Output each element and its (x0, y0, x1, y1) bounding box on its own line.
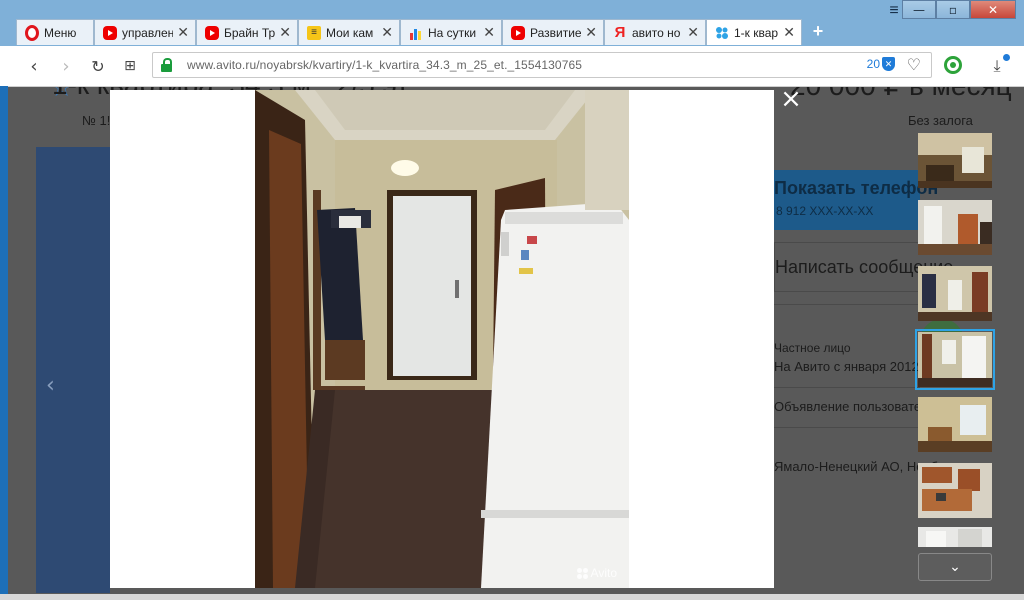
window-controls: — ▫ ✕ (902, 0, 1016, 20)
reload-icon[interactable]: ↻ (86, 54, 110, 78)
close-window-button[interactable]: ✕ (970, 0, 1016, 19)
tab-close-icon[interactable]: ✕ (279, 25, 291, 41)
tab-label: 1-к квар (734, 25, 779, 40)
opera-menu-button[interactable]: Меню (16, 19, 94, 45)
taskbar-edge (0, 594, 1024, 600)
tab-label: На сутки (428, 25, 477, 40)
listing-price: 20 000 ₽ в месяц (790, 87, 1012, 102)
tab-1[interactable]: управлен ✕ (94, 19, 196, 45)
forward-arrow-icon[interactable]: › (54, 54, 78, 78)
bars-chart-icon (409, 26, 423, 40)
tab-3[interactable]: ≡ Мои кам ✕ (298, 19, 400, 45)
tab-close-icon[interactable]: ✕ (783, 25, 795, 41)
main-gallery (36, 147, 110, 593)
thumbnail-1[interactable] (918, 133, 992, 188)
secure-lock-icon (161, 58, 172, 72)
tab-6[interactable]: Я авито но ✕ (604, 19, 706, 45)
speed-dial-icon[interactable]: ⊞ (118, 54, 142, 78)
seller-type: Частное лицо (774, 341, 851, 355)
desktop-edge (0, 86, 8, 600)
avito-icon (715, 26, 729, 40)
tab-5[interactable]: Развитие ✕ (502, 19, 604, 45)
tab-label: Развитие (530, 25, 582, 40)
tab-label: Брайн Тр (224, 25, 276, 40)
new-tab-button[interactable]: + (804, 18, 832, 44)
phone-number-masked: 8 912 XXX-XX-XX (776, 204, 874, 218)
gallery-prev-icon[interactable]: ‹ (46, 373, 55, 398)
tab-close-icon[interactable]: ✕ (177, 25, 189, 41)
youtube-icon (205, 25, 219, 40)
tab-close-icon[interactable]: ✕ (687, 25, 699, 41)
tab-close-icon[interactable]: ✕ (381, 25, 393, 41)
tab-label: управлен (122, 25, 174, 40)
thumbnails-scroll-down-button[interactable]: ⌄ (918, 553, 992, 581)
tab-7-active[interactable]: 1-к квар ✕ (706, 19, 802, 45)
thumbnail-4-selected[interactable] (915, 329, 995, 390)
url-path: /noyabrsk/kvartiry/1-k_kvartira_34.3_m_2… (256, 58, 583, 72)
shield-icon: ✕ (882, 57, 895, 71)
no-deposit-label: Без залога (908, 113, 973, 128)
download-icon[interactable]: ⤓ (986, 54, 1010, 78)
blocked-count: 20 (866, 57, 880, 71)
url-text[interactable]: www.avito.ru/noyabrsk/kvartiry/1-k_kvart… (187, 58, 582, 72)
divider (774, 387, 920, 388)
photo-lightbox: Avito (110, 90, 774, 588)
lightbox-photo[interactable]: Avito (255, 90, 629, 588)
watermark-text: Avito (590, 566, 617, 580)
bookmark-heart-icon[interactable]: ♡ (907, 55, 921, 74)
tab-strip: ≡ — ▫ ✕ Меню управлен ✕ Брайн Тр ✕ ≡ Мои… (0, 0, 1024, 46)
avito-logo-icon (576, 567, 588, 579)
thumbnail-6[interactable] (918, 463, 992, 518)
tab-close-icon[interactable]: ✕ (483, 25, 495, 41)
back-arrow-icon[interactable]: ‹ (22, 54, 46, 78)
address-bar[interactable]: www.avito.ru/noyabrsk/kvartiry/1-k_kvart… (152, 52, 932, 78)
notes-icon: ≡ (307, 25, 321, 40)
thumbnail-3[interactable] (918, 266, 992, 321)
thumbnail-2[interactable] (918, 200, 992, 255)
other-listings-link[interactable]: Объявление пользователя (774, 399, 935, 414)
thumbnail-5[interactable] (918, 397, 992, 452)
url-host: www.avito.ru (187, 58, 257, 72)
opera-logo-icon (25, 24, 39, 41)
menu-label: Меню (44, 25, 77, 40)
show-phone-button[interactable]: Показать телефон 8 912 XXX-XX-XX (774, 170, 938, 230)
listing-number: № 1! (82, 113, 111, 128)
avito-watermark: Avito (576, 566, 617, 580)
maximize-button[interactable]: ▫ (936, 0, 970, 19)
lightbox-close-icon[interactable]: × (778, 86, 804, 112)
show-phone-label: Показать телефон (774, 178, 939, 198)
youtube-icon (103, 25, 117, 40)
seller-since: На Авито с января 2012 (774, 359, 919, 374)
vpn-sync-icon[interactable] (944, 56, 962, 74)
thumbnail-7[interactable] (918, 527, 992, 547)
browser-window: ≡ — ▫ ✕ Меню управлен ✕ Брайн Тр ✕ ≡ Мои… (0, 0, 1024, 600)
tab-2[interactable]: Брайн Тр ✕ (196, 19, 298, 45)
write-message-button[interactable]: Написать сообщение (774, 242, 953, 292)
youtube-icon (511, 25, 525, 40)
tab-close-icon[interactable]: ✕ (585, 25, 597, 41)
tab-list: Меню управлен ✕ Брайн Тр ✕ ≡ Мои кам ✕ Н… (16, 18, 832, 46)
navigation-bar: ‹ › ↻ ⊞ www.avito.ru/noyabrsk/kvartiry/1… (0, 46, 1024, 87)
chevron-down-icon: ⌄ (949, 559, 961, 575)
yandex-icon: Я (614, 24, 626, 41)
tab-4[interactable]: На сутки ✕ (400, 19, 502, 45)
minimize-button[interactable]: — (902, 0, 936, 19)
tab-label: авито но (632, 25, 681, 40)
adblock-badge[interactable]: 20 ✕ (867, 57, 895, 71)
tab-label: Мои кам (326, 25, 374, 40)
divider (774, 304, 920, 305)
divider (774, 427, 920, 428)
